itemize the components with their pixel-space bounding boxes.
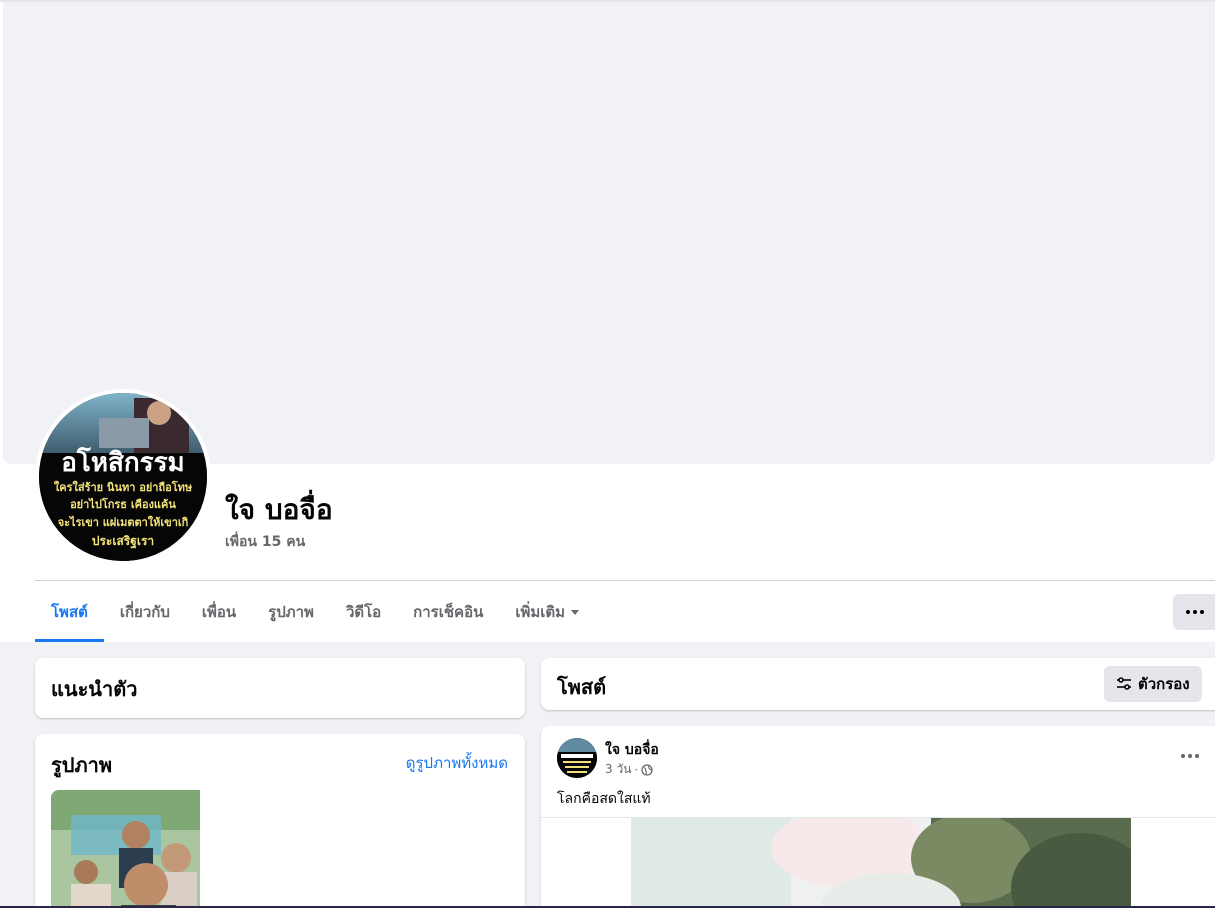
filter-sliders-icon	[1116, 676, 1132, 692]
posts-title: โพสต์	[557, 675, 607, 699]
tab-videos[interactable]: วิดีโอ	[330, 582, 397, 642]
post-text: โลกคือสดใสแท้	[557, 791, 651, 807]
caret-down-icon	[571, 609, 580, 615]
globe-icon	[641, 763, 653, 776]
tab-posts[interactable]: โพสต์	[35, 582, 104, 642]
avatar-title: อโหสิกรรม	[61, 446, 184, 478]
profile-options-button[interactable]	[1173, 594, 1215, 630]
cover-photo[interactable]	[3, 2, 1215, 464]
post-photo[interactable]	[631, 818, 1131, 908]
tab-photos[interactable]: รูปภาพ	[252, 582, 330, 642]
profile-tabs: โพสต์ เกี่ยวกับ เพื่อน รูปภาพ วิดีโอ การ…	[35, 582, 595, 642]
profile-page: อโหสิกรรม ใครใส่ร้าย นินทา อย่าถือโทษ อย…	[0, 0, 1215, 908]
intro-title: แนะนำตัว	[51, 677, 138, 701]
photo-thumbnail[interactable]	[51, 790, 200, 908]
friends-count[interactable]: เพื่อน 15 คน	[225, 531, 305, 553]
post-card: ใจ บอจื่อ 3 วัน · โลกคือสดใสแท้	[541, 726, 1215, 908]
tab-more[interactable]: เพิ่มเติม	[499, 582, 595, 642]
nav-divider	[35, 580, 1215, 581]
avatar-line-2: อย่าไปโกรธ เคืองแค้น	[70, 497, 176, 511]
post-media	[541, 817, 1215, 908]
post-meta: 3 วัน ·	[605, 760, 653, 779]
photos-card: รูปภาพ ดูรูปภาพทั้งหมด	[35, 734, 525, 908]
tab-friends[interactable]: เพื่อน	[186, 582, 252, 642]
intro-card: แนะนำตัว	[35, 658, 525, 718]
posts-header-card: โพสต์ ตัวกรอง	[541, 658, 1215, 710]
post-options-button[interactable]	[1178, 746, 1202, 766]
see-all-photos-link[interactable]: ดูรูปภาพทั้งหมด	[406, 751, 508, 775]
meta-separator: ·	[634, 762, 639, 777]
post-author-name[interactable]: ใจ บอจื่อ	[605, 739, 659, 761]
profile-name: ใจ บอจื่อ	[225, 493, 333, 526]
post-author-avatar[interactable]	[557, 738, 597, 778]
avatar-line-3: จะไรเขา แผ่เมตตาให้เขาเกิ	[58, 515, 189, 529]
filter-label: ตัวกรอง	[1138, 675, 1190, 693]
avatar-image: อโหสิกรรม ใครใส่ร้าย นินทา อย่าถือโทษ อย…	[39, 393, 207, 561]
profile-header: อโหสิกรรม ใครใส่ร้าย นินทา อย่าถือโทษ อย…	[0, 0, 1215, 642]
photos-title: รูปภาพ	[51, 753, 113, 777]
filter-button[interactable]: ตัวกรอง	[1104, 666, 1202, 702]
more-horizontal-icon	[1186, 610, 1204, 614]
profile-avatar[interactable]: อโหสิกรรม ใครใส่ร้าย นินทา อย่าถือโทษ อย…	[35, 389, 211, 565]
tab-more-label: เพิ่มเติม	[515, 603, 566, 621]
post-time[interactable]: 3 วัน	[605, 760, 631, 779]
more-horizontal-icon	[1181, 754, 1199, 758]
tab-about[interactable]: เกี่ยวกับ	[104, 582, 186, 642]
avatar-line-4: ประเสริฐเรา	[92, 534, 154, 549]
tab-checkins[interactable]: การเช็คอิน	[397, 582, 499, 642]
avatar-line-1: ใครใส่ร้าย นินทา อย่าถือโทษ	[54, 480, 193, 494]
